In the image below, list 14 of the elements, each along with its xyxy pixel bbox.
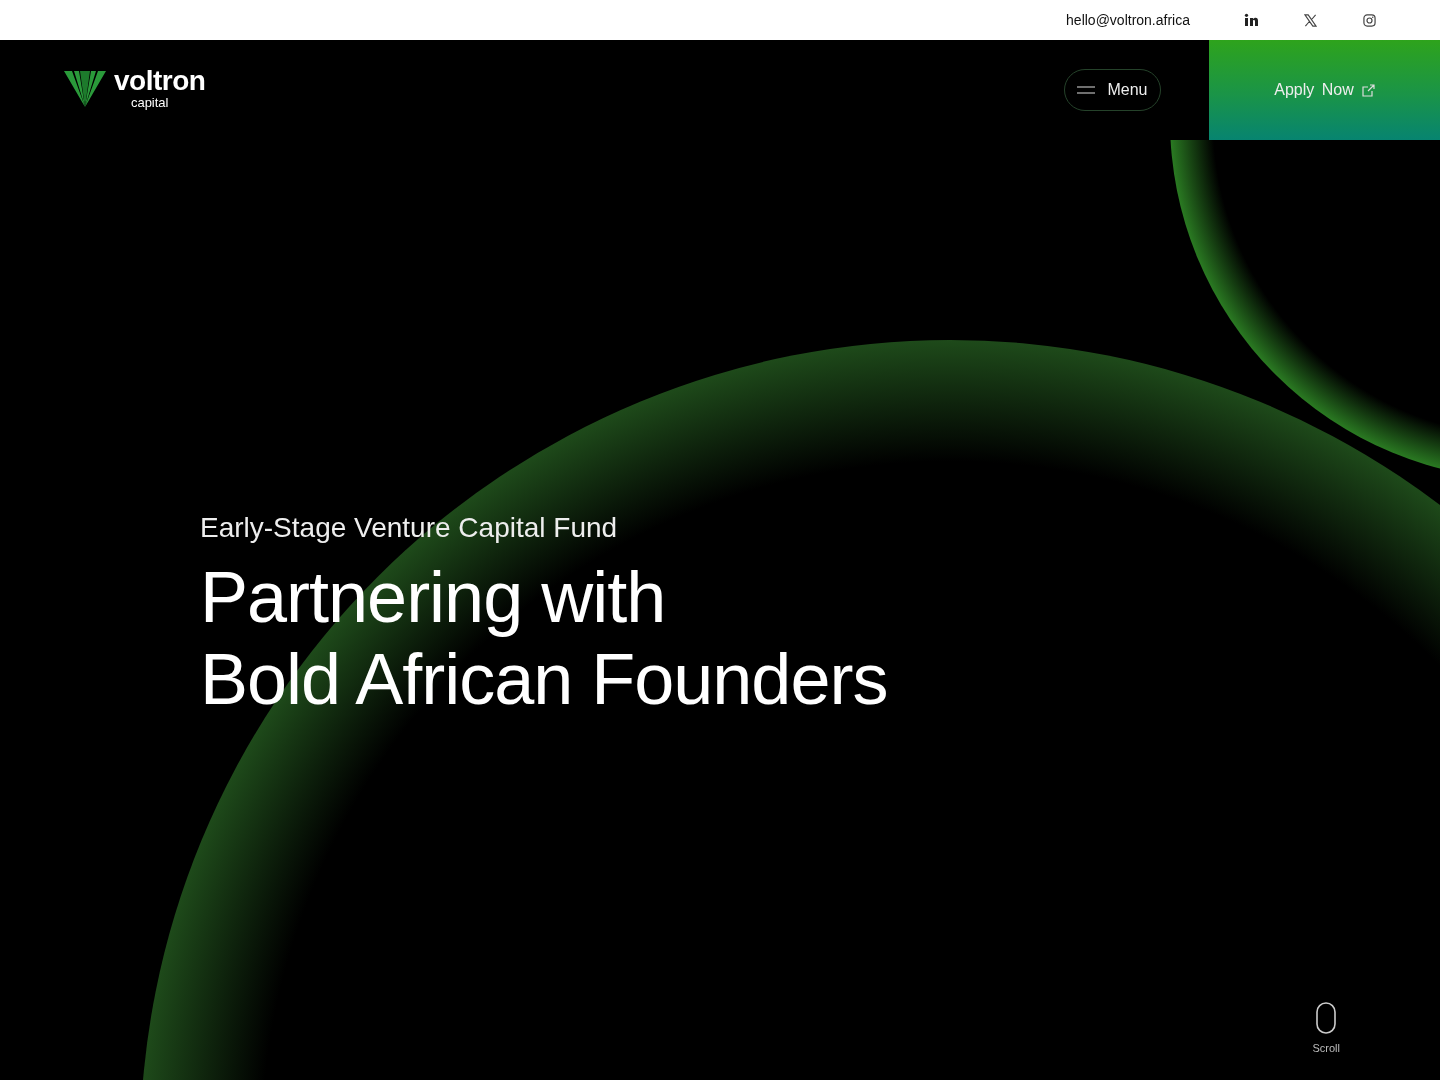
logo-wordmark: voltron [114,66,206,96]
hero-subtitle: Early-Stage Venture Capital Fund [200,512,619,544]
x-icon[interactable] [1304,13,1317,27]
hero-headline-line: Bold African Founders [200,638,889,720]
linkedin-icon[interactable] [1244,13,1258,27]
hero-headline-line: Partnering with [200,556,667,638]
scroll-label: Scroll [1312,1042,1340,1054]
instagram-icon[interactable] [1363,13,1376,27]
external-link-icon [1361,83,1375,97]
logo-tagline: capital [130,96,169,110]
mouse-icon [1316,1002,1337,1034]
email-link[interactable]: hello@voltron.africa [1066,12,1190,28]
menu-icon [1077,86,1096,94]
logo-icon [64,70,106,108]
